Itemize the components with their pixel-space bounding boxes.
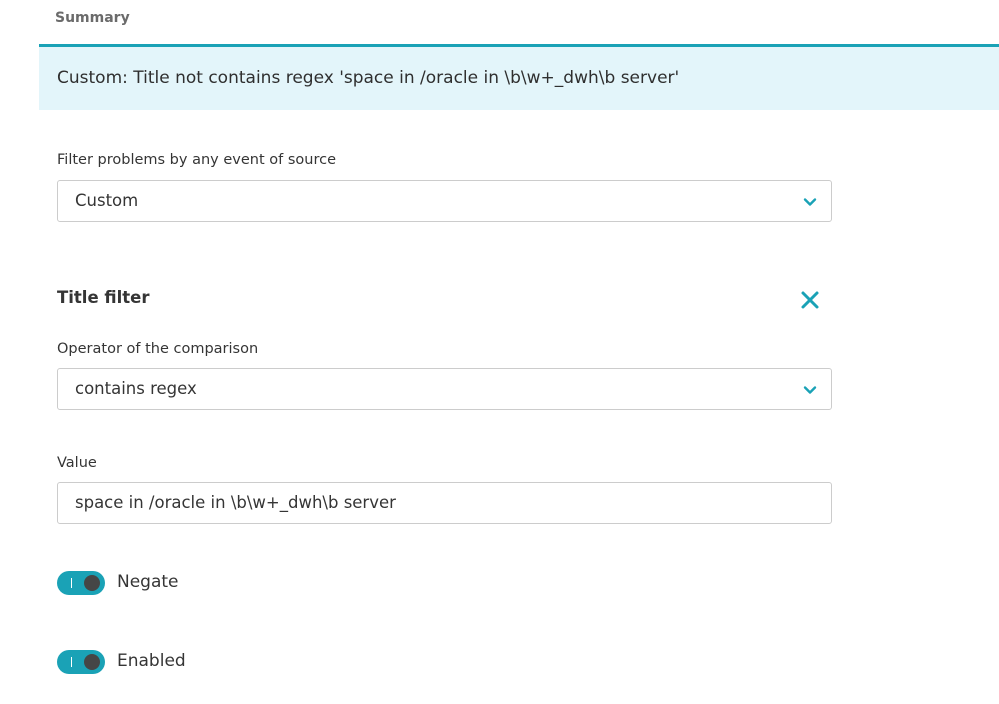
toggle-knob: [84, 575, 100, 591]
title-filter-heading: Title filter: [57, 288, 150, 307]
summary-label: Summary: [55, 10, 130, 26]
source-select[interactable]: Custom: [57, 180, 832, 222]
remove-title-filter-button[interactable]: [799, 289, 821, 311]
toggle-knob: [84, 654, 100, 670]
source-select-value: Custom: [75, 191, 139, 210]
toggle-on-mark: [71, 657, 72, 667]
value-label: Value: [57, 455, 97, 471]
negate-toggle[interactable]: [57, 571, 105, 595]
summary-text: Custom: Title not contains regex 'space …: [57, 68, 680, 88]
operator-select[interactable]: contains regex: [57, 368, 832, 410]
settings-page: Summary Custom: Title not contains regex…: [0, 0, 999, 704]
enabled-toggle[interactable]: [57, 650, 105, 674]
negate-label: Negate: [117, 572, 179, 592]
operator-label: Operator of the comparison: [57, 341, 259, 357]
chevron-down-icon: [803, 386, 817, 394]
close-icon: [801, 291, 819, 309]
chevron-down-icon: [803, 198, 817, 206]
value-input[interactable]: space in /oracle in \b\w+_dwh\b server: [57, 482, 832, 524]
operator-select-value: contains regex: [75, 379, 197, 398]
enabled-label: Enabled: [117, 651, 186, 671]
source-filter-label: Filter problems by any event of source: [57, 152, 336, 168]
summary-banner: Custom: Title not contains regex 'space …: [39, 44, 999, 110]
toggle-on-mark: [71, 578, 72, 588]
value-input-text: space in /oracle in \b\w+_dwh\b server: [75, 493, 396, 512]
